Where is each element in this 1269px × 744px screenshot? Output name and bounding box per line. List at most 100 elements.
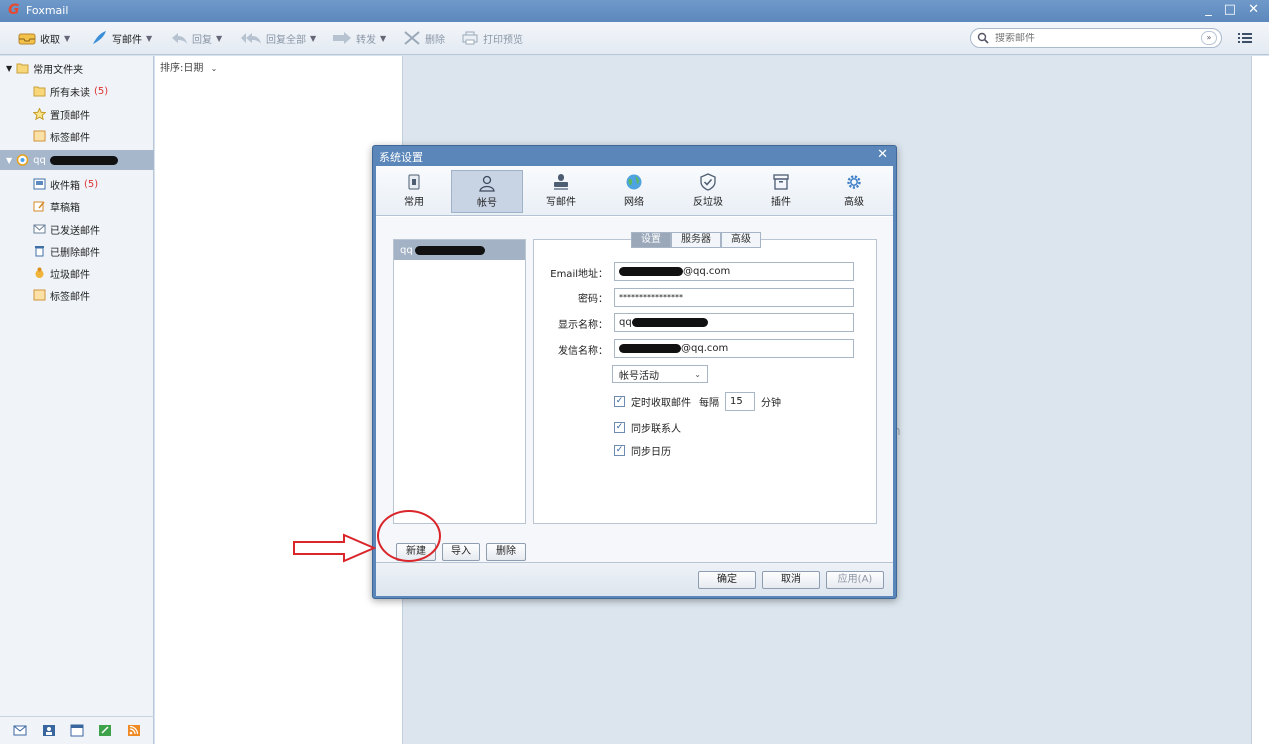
- tab-network[interactable]: 网络: [598, 170, 670, 213]
- receive-button[interactable]: 收取 ▼: [18, 29, 70, 47]
- email-field[interactable]: @qq.com: [614, 262, 854, 281]
- chevron-down-icon: ⌄: [210, 64, 218, 73]
- tab-antispam[interactable]: 反垃圾: [672, 170, 744, 213]
- sync-contacts-option: ✓ 同步联系人: [614, 422, 681, 435]
- maximize-button[interactable]: □: [1224, 2, 1236, 17]
- subtab-settings[interactable]: 设置: [631, 232, 671, 248]
- account-settings-body: qq 新建 导入 删除 设置 服务器 高级 Email地址： @qq.com 密…: [376, 217, 893, 562]
- subtab-server[interactable]: 服务器: [671, 232, 721, 248]
- search-input[interactable]: [995, 32, 1185, 44]
- feather-pen-icon: [93, 31, 106, 44]
- tab-account[interactable]: 帐号: [451, 170, 523, 213]
- dialog-title: 系统设置: [379, 151, 423, 164]
- timed-receive-checkbox[interactable]: ✓: [614, 396, 625, 407]
- tree-common-folder[interactable]: ▼ 常用文件夹: [6, 58, 160, 78]
- inbox-count-badge: (5): [84, 178, 99, 190]
- mail-module-icon[interactable]: [13, 724, 27, 737]
- ok-button[interactable]: 确定: [698, 571, 756, 589]
- sort-dropdown[interactable]: 排序:日期 ⌄: [160, 59, 217, 74]
- compose-button[interactable]: 写邮件 ▼: [90, 29, 152, 47]
- forward-button[interactable]: 转发 ▼: [332, 29, 386, 47]
- search-options-chevron-icon[interactable]: »: [1201, 31, 1217, 45]
- redacted-display-name: [631, 318, 708, 327]
- password-label: 密码：: [578, 294, 608, 305]
- drafts-icon: [33, 201, 45, 212]
- reply-arrow-icon: [172, 33, 187, 44]
- settings-dialog: 系统设置 ✕ 常用 帐号 写邮件 网络 反垃圾 插件 高级 qq 新建 导入 删…: [372, 145, 897, 599]
- delete-button[interactable]: 删除: [403, 29, 445, 47]
- reply-all-button[interactable]: 回复全部 ▼: [240, 29, 316, 47]
- redacted-email-user: [619, 267, 683, 276]
- display-name-field[interactable]: qq: [614, 313, 854, 332]
- reply-all-arrow-icon: [241, 33, 261, 44]
- title-bar: G Foxmail _ □ ✕: [0, 0, 1269, 22]
- calendar-module-icon[interactable]: [70, 724, 84, 737]
- forward-arrow-icon: [333, 32, 351, 44]
- reply-button[interactable]: 回复 ▼: [170, 29, 222, 47]
- redacted-sender-name: [619, 344, 681, 353]
- app-title: G Foxmail: [8, 3, 68, 17]
- trash-icon: [35, 246, 44, 257]
- sender-name-field[interactable]: @qq.com: [614, 339, 854, 358]
- account-status-select[interactable]: 帐号活动 ⌄: [612, 365, 708, 383]
- delete-account-button[interactable]: 删除: [486, 543, 526, 561]
- dialog-footer: 确定 取消 应用(A): [376, 562, 893, 596]
- stamp-icon: [554, 174, 568, 190]
- general-settings-icon: [408, 174, 420, 190]
- account-settings-panel: 设置 服务器 高级 Email地址： @qq.com 密码： *********…: [533, 232, 877, 524]
- account-list-item[interactable]: qq: [394, 240, 525, 260]
- tab-plugins[interactable]: 插件: [745, 170, 817, 213]
- settings-tabs: 常用 帐号 写邮件 网络 反垃圾 插件 高级: [376, 166, 893, 216]
- qq-account-icon: [16, 154, 29, 166]
- redacted-account-name: [49, 155, 118, 165]
- tree-account[interactable]: ▼ qq: [0, 150, 154, 170]
- interval-input[interactable]: 15: [725, 392, 755, 411]
- sent-icon: [33, 224, 46, 234]
- rss-module-icon[interactable]: [127, 724, 141, 737]
- folder-tree: ▼ 常用文件夹 所有未读 (5) 置顶邮件 标签邮件 ▼ qq 收件箱 (5) …: [0, 56, 154, 744]
- contacts-module-icon[interactable]: [42, 724, 56, 737]
- annotation-circle: [377, 510, 441, 562]
- sync-contacts-checkbox[interactable]: ✓: [614, 422, 625, 433]
- close-button[interactable]: ✕: [1248, 2, 1259, 17]
- gear-icon: [847, 175, 861, 189]
- shield-check-icon: [700, 173, 716, 191]
- account-list: qq: [393, 239, 526, 524]
- tab-compose[interactable]: 写邮件: [525, 170, 597, 213]
- chevron-down-icon: ▼: [310, 33, 317, 43]
- annotation-arrow-icon: [293, 533, 376, 563]
- main-menu-icon[interactable]: [1238, 32, 1252, 44]
- print-preview-button[interactable]: 打印预览: [461, 29, 523, 47]
- minimize-button[interactable]: _: [1205, 2, 1212, 17]
- inbox-tray-icon: [18, 33, 36, 45]
- apply-button[interactable]: 应用(A): [826, 571, 884, 589]
- chevron-down-icon: ▼: [380, 33, 387, 43]
- tag-icon: [33, 289, 46, 301]
- unread-count-badge: (5): [94, 85, 109, 97]
- message-list: 排序:日期 ⌄: [155, 56, 403, 744]
- foxmail-logo-icon: G: [8, 2, 20, 18]
- user-account-icon: [479, 175, 495, 192]
- plugin-box-icon: [773, 174, 789, 190]
- star-icon: [33, 108, 46, 120]
- timed-receive-option: ✓ 定时收取邮件 每隔 15 分钟: [614, 392, 781, 411]
- chevron-down-icon: ⌄: [694, 369, 701, 379]
- expand-triangle-icon[interactable]: ▼: [6, 156, 12, 165]
- right-scroll-strip: [1251, 56, 1269, 744]
- tab-advanced[interactable]: 高级: [818, 170, 890, 213]
- expand-triangle-icon[interactable]: ▼: [6, 64, 12, 73]
- toolbar: 收取▼ 写邮件▼ 回复▼ 回复全部▼ 转发▼ 删除 打印预览 »: [0, 22, 1269, 55]
- window-controls: _ □ ✕: [1205, 2, 1259, 17]
- password-field[interactable]: ****************: [614, 288, 854, 307]
- search-box[interactable]: »: [970, 28, 1222, 48]
- dialog-close-button[interactable]: ✕: [877, 147, 888, 162]
- notes-module-icon[interactable]: [98, 724, 112, 737]
- sender-name-label: 发信名称：: [558, 346, 608, 357]
- folder-icon: [33, 86, 46, 97]
- chevron-down-icon: ▼: [216, 33, 223, 43]
- subtab-advanced[interactable]: 高级: [721, 232, 761, 248]
- tab-general[interactable]: 常用: [378, 170, 450, 213]
- import-account-button[interactable]: 导入: [442, 543, 480, 561]
- cancel-button[interactable]: 取消: [762, 571, 820, 589]
- sync-calendar-checkbox[interactable]: ✓: [614, 445, 625, 456]
